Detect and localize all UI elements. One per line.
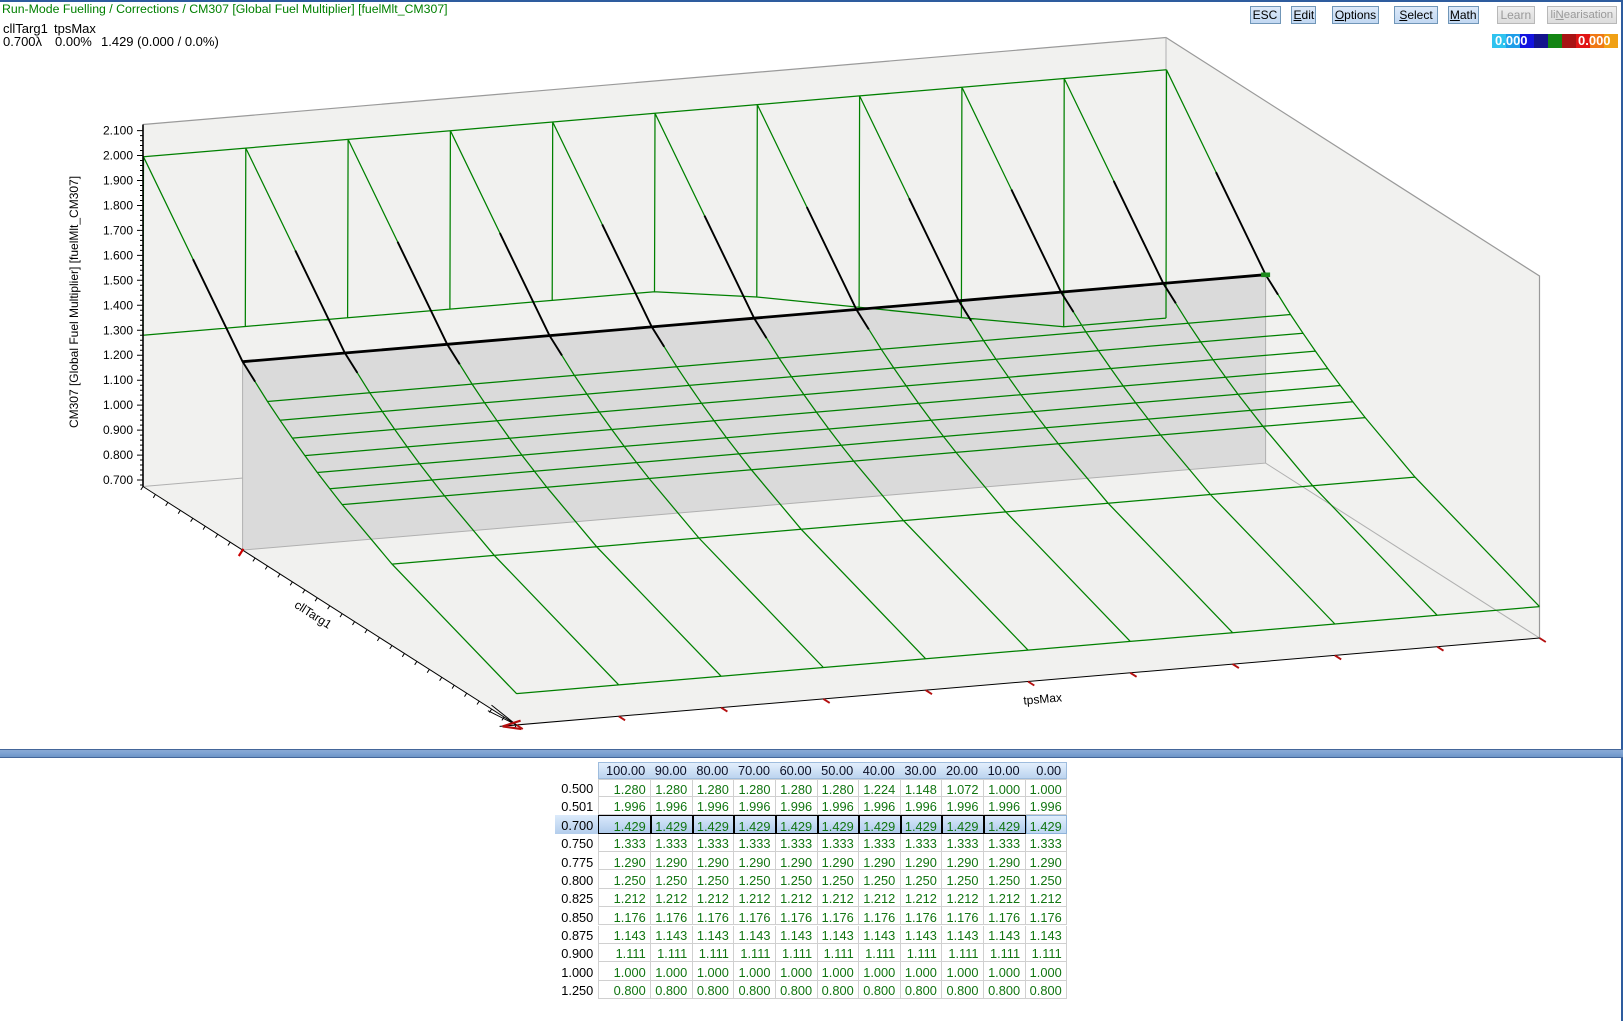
svg-text:1.300: 1.300	[103, 323, 133, 337]
svg-text:1.100: 1.100	[103, 373, 133, 387]
svg-text:1.800: 1.800	[103, 199, 133, 213]
svg-text:2.100: 2.100	[103, 124, 133, 138]
svg-text:1.600: 1.600	[103, 248, 133, 262]
svg-text:0.900: 0.900	[103, 423, 133, 437]
svg-text:1.900: 1.900	[103, 174, 133, 188]
svg-text:2.000: 2.000	[103, 149, 133, 163]
svg-text:1.200: 1.200	[103, 348, 133, 362]
svg-text:0.700: 0.700	[103, 473, 133, 487]
svg-text:1.500: 1.500	[103, 273, 133, 287]
svg-text:1.400: 1.400	[103, 298, 133, 312]
svg-text:1.000: 1.000	[103, 398, 133, 412]
svg-text:CM307 [Global Fuel Multiplier]: CM307 [Global Fuel Multiplier] [fuelMlt_…	[67, 176, 81, 428]
svg-text:1.700: 1.700	[103, 223, 133, 237]
svg-text:0.800: 0.800	[103, 448, 133, 462]
svg-text:tpsMax: tpsMax	[1023, 690, 1063, 707]
